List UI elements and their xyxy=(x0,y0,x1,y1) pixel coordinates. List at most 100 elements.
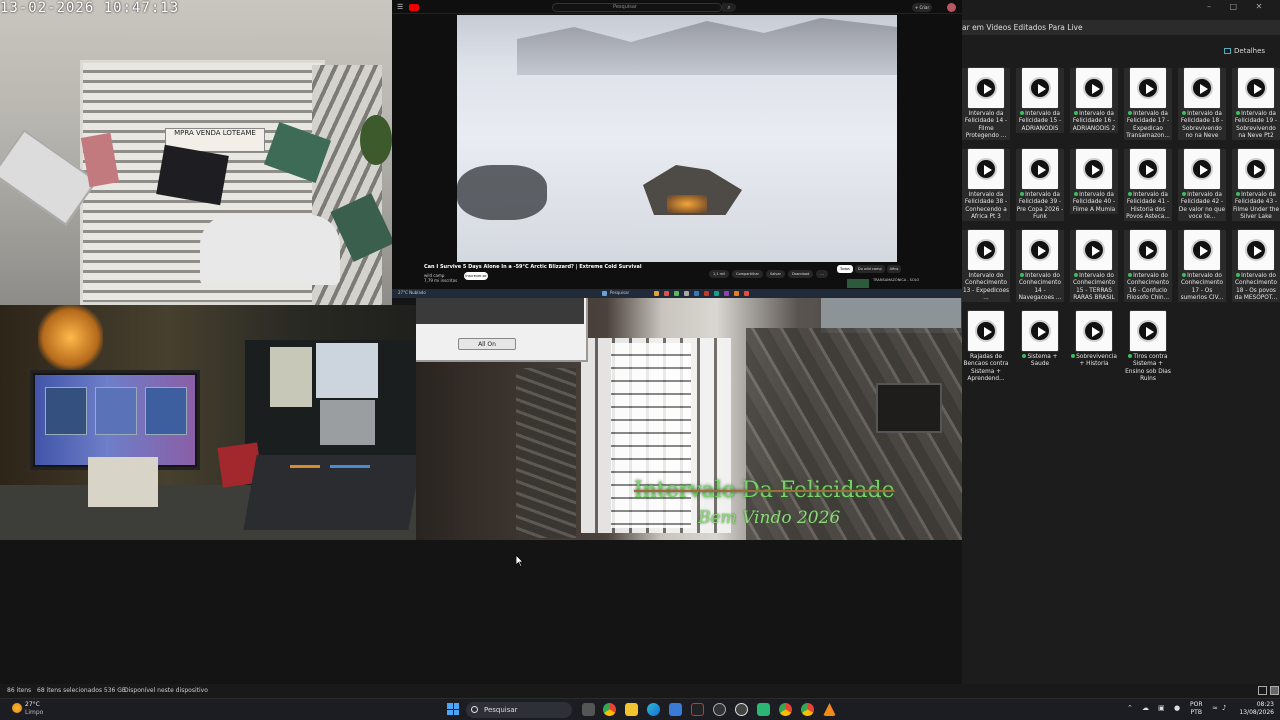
file-name-text: Intervalo da Felicidade 15 - ADRIANODIS xyxy=(1018,111,1062,132)
edge-icon[interactable] xyxy=(647,703,660,716)
video-file-thumbnail xyxy=(1238,149,1274,189)
cloud-icon[interactable]: ☁ xyxy=(1142,704,1149,712)
video-file-thumbnail xyxy=(1238,68,1274,108)
file-item[interactable]: Sistema + Saude xyxy=(1016,311,1064,369)
avatar[interactable] xyxy=(947,3,956,12)
file-item[interactable]: Intervalo do Conhecimento 17 - Os sumeri… xyxy=(1178,230,1226,303)
hamburger-menu-icon[interactable]: ☰ xyxy=(397,3,403,11)
file-item[interactable]: Intervalo da Felicidade 16 - ADRIANODIS … xyxy=(1070,68,1118,133)
fire-glow xyxy=(667,195,707,213)
file-item[interactable]: Intervalo do Conhecimento 15 - TERRAS RA… xyxy=(1070,230,1118,303)
clock[interactable]: 08:23 13/08/2026 xyxy=(1228,701,1274,717)
weather-condition[interactable]: Limpo xyxy=(25,709,43,716)
search-icon xyxy=(471,706,478,713)
volume-icon[interactable]: ♪ xyxy=(1222,704,1226,712)
all-on-button[interactable]: All On xyxy=(458,338,516,350)
address-bar[interactable]: ar em Videos Editados Para Live xyxy=(962,20,1280,35)
windows-icon xyxy=(602,291,607,296)
start-button-icon[interactable] xyxy=(447,703,459,715)
file-item[interactable]: Sobrevivencia + Historia xyxy=(1070,311,1118,369)
download-button[interactable]: Download xyxy=(787,270,814,278)
recommendation-chips: Todos Do wild camp Afins xyxy=(837,265,903,273)
file-name-label: Intervalo da Felicidade 17 - Expedicao T… xyxy=(1124,111,1172,140)
file-item[interactable]: Intervalo da Felicidade 41 - Historia do… xyxy=(1124,149,1172,222)
video-file-thumbnail xyxy=(968,230,1004,270)
more-button[interactable]: ... xyxy=(816,270,828,278)
obs-icon[interactable] xyxy=(713,703,726,716)
youtube-search-input[interactable]: Pesquisar xyxy=(552,3,722,12)
chip-related[interactable]: Afins xyxy=(886,265,902,273)
language-indicator[interactable]: POR PTB xyxy=(1190,701,1203,717)
store-icon[interactable] xyxy=(669,703,682,716)
captured-taskbar: 27°C Nublado Pesquisar xyxy=(392,289,962,298)
tiles-view-icon[interactable] xyxy=(1270,686,1279,695)
file-item[interactable]: Intervalo da Felicidade 38 - Conhecendo … xyxy=(962,149,1010,222)
create-button[interactable]: + Criar xyxy=(912,3,932,12)
file-item[interactable]: Intervalo da Felicidade 42 - De valor no… xyxy=(1178,149,1226,222)
github-icon[interactable] xyxy=(735,703,748,716)
mountain-ridge xyxy=(517,18,897,75)
chrome-icon[interactable] xyxy=(801,703,814,716)
play-icon xyxy=(975,77,997,99)
chip-all[interactable]: Todos xyxy=(837,265,853,273)
details-button[interactable]: Detalhes xyxy=(1234,47,1265,55)
chevron-up-icon[interactable]: ⌃ xyxy=(1127,704,1133,712)
chrome-icon[interactable] xyxy=(779,703,792,716)
file-item[interactable]: Intervalo da Felicidade 19 - Sobrevivend… xyxy=(1232,68,1280,141)
file-name-text: Intervalo da Felicidade 43 - Filme Under… xyxy=(1232,192,1280,220)
sync-status-icon xyxy=(1074,192,1079,196)
file-item[interactable]: Intervalo da Felicidade 15 - ADRIANODIS xyxy=(1016,68,1064,133)
youtube-window[interactable]: ☰ Pesquisar ⌕ + Criar Can I Survive 5 Da… xyxy=(392,0,962,290)
share-button[interactable]: Compartilhar xyxy=(732,270,763,278)
video-player[interactable] xyxy=(457,15,897,262)
chip-channel[interactable]: Do wild camp xyxy=(854,265,885,273)
clock-date: 13/08/2026 xyxy=(1239,709,1274,716)
details-icon[interactable] xyxy=(1224,48,1231,54)
file-item[interactable]: Intervalo da Felicidade 43 - Filme Under… xyxy=(1232,149,1280,222)
microphone-icon[interactable]: ● xyxy=(1174,704,1180,712)
task-view-icon[interactable] xyxy=(582,703,595,716)
file-item[interactable]: Intervalo do Conhecimento 16 - Confucio … xyxy=(1124,230,1172,303)
search-icon[interactable]: ⌕ xyxy=(722,3,736,12)
media-app-icon[interactable] xyxy=(691,703,704,716)
studio-camera-feed xyxy=(0,305,416,540)
file-item[interactable]: Intervalo da Felicidade 39 - Pre Copa 20… xyxy=(1016,149,1064,222)
weather-icon[interactable] xyxy=(12,703,22,713)
window-controls[interactable]: – □ ✕ xyxy=(1207,2,1270,11)
channel-name[interactable]: wild camp 7,79 mi inscritos xyxy=(424,273,457,283)
taskbar-search[interactable]: Pesquisar xyxy=(466,702,572,718)
file-name-label: Intervalo do Conhecimento 18 - Os povos … xyxy=(1232,273,1280,302)
suggestion-title: TRANSAMAZÔNICA - SOLO xyxy=(873,278,920,282)
vlc-icon[interactable] xyxy=(823,703,836,716)
mixer-led xyxy=(330,465,370,468)
file-name-label: Intervalo da Felicidade 40 - Filme A Mum… xyxy=(1070,192,1118,214)
file-item[interactable]: Rajadas de Bencaos contra Sistema + Apre… xyxy=(962,311,1010,383)
save-button[interactable]: Salvar xyxy=(765,270,785,278)
network-icon[interactable]: ▣ xyxy=(1158,704,1165,712)
file-item[interactable]: Intervalo da Felicidade 40 - Filme A Mum… xyxy=(1070,149,1118,214)
like-button[interactable]: 1,1 mil xyxy=(709,270,730,278)
file-name-label: Tiros contra Sistema + Ensino sob Dias R… xyxy=(1124,354,1172,383)
app-icon xyxy=(684,291,689,296)
youtube-logo-icon[interactable] xyxy=(409,4,419,11)
video-file-thumbnail xyxy=(1076,230,1112,270)
file-name-text: Intervalo do Conhecimento 13 - Expedicoe… xyxy=(962,273,1010,301)
file-explorer-icon[interactable] xyxy=(625,703,638,716)
taskbar: 27°C Limpo Pesquisar ⌃ ☁ ▣ ● POR PTB ≈ ♪ … xyxy=(0,698,1280,720)
file-item[interactable]: Intervalo do Conhecimento 14 - Navegacoe… xyxy=(1016,230,1064,303)
file-item[interactable]: Intervalo da Felicidade 14 - Filme Prote… xyxy=(962,68,1010,141)
file-item[interactable]: Tiros contra Sistema + Ensino sob Dias R… xyxy=(1124,311,1172,383)
file-item[interactable]: Intervalo do Conhecimento 13 - Expedicoe… xyxy=(962,230,1010,303)
file-item[interactable]: Intervalo da Felicidade 17 - Expedicao T… xyxy=(1124,68,1172,141)
chrome-icon[interactable] xyxy=(603,703,616,716)
video-file-thumbnail xyxy=(1076,149,1112,189)
app-icon[interactable] xyxy=(757,703,770,716)
file-item[interactable]: Intervalo do Conhecimento 18 - Os povos … xyxy=(1232,230,1280,303)
details-view-icon[interactable] xyxy=(1258,686,1267,695)
file-item[interactable]: Intervalo da Felicidade 18 - Sobrevivend… xyxy=(1178,68,1226,141)
subscribe-button[interactable]: Inscrever-se xyxy=(464,272,488,280)
wifi-icon[interactable]: ≈ xyxy=(1212,704,1218,712)
weather-temperature[interactable]: 27°C xyxy=(25,701,40,708)
suggestion-item[interactable]: TRANSAMAZÔNICA - SOLO xyxy=(837,278,962,288)
app-icon xyxy=(674,291,679,296)
